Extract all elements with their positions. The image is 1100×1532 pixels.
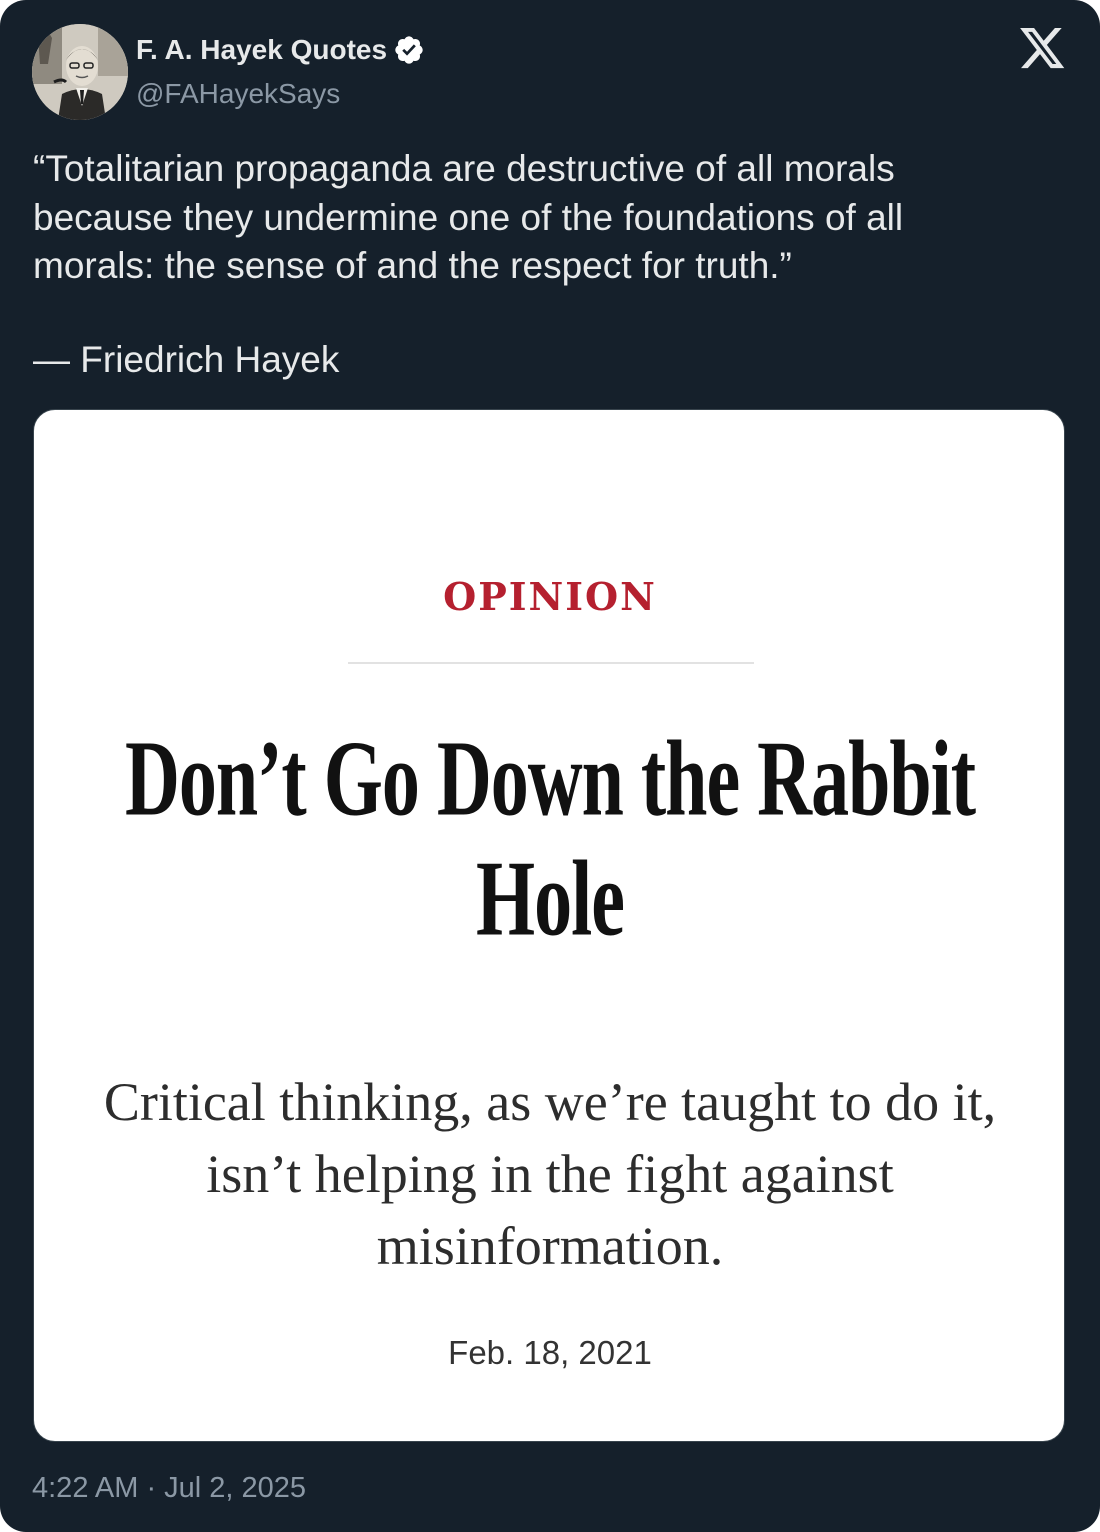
x-logo-icon[interactable] [1020, 28, 1066, 70]
subheadline-line: isn’t helping in the fight against [206, 1144, 894, 1204]
author-name-row[interactable]: F. A. Hayek Quotes [136, 32, 425, 68]
tweet-card: F. A. Hayek Quotes @FAHayekSays “Totalit… [0, 0, 1100, 1532]
article-date: Feb. 18, 2021 [448, 1334, 652, 1371]
section-divider [348, 662, 754, 664]
tweet-text-line: because they undermine one of the founda… [33, 196, 904, 238]
portrait-avatar-icon [32, 24, 128, 120]
avatar[interactable] [32, 24, 128, 120]
verified-badge-icon [395, 36, 423, 64]
tweet-text-line: morals: the sense of and the respect for… [33, 245, 792, 286]
subheadline-line: Critical thinking, as we’re taught to do… [103, 1072, 997, 1132]
author-name[interactable]: F. A. Hayek Quotes [136, 32, 387, 68]
article-headline: Don’t Go Down the Rabbit Hole [0, 719, 1100, 958]
section-label: OPINION [443, 574, 657, 619]
author-handle[interactable]: @FAHayekSays [136, 76, 340, 112]
tweet-text: “Totalitarian propaganda are destructive… [33, 145, 1063, 291]
article-subheadline: Critical thinking, as we’re taught to do… [0, 1066, 1100, 1282]
tweet-timestamp[interactable]: 4:22 AM · Jul 2, 2025 [32, 1470, 306, 1506]
headline-line: Don’t Go Down the Rabbit [124, 719, 976, 839]
headline-line: Hole [476, 839, 625, 959]
quote-attribution: — Friedrich Hayek [33, 339, 340, 380]
subheadline-line: misinformation. [376, 1216, 724, 1276]
tweet-text-line: “Totalitarian propaganda are destructive… [33, 148, 895, 189]
